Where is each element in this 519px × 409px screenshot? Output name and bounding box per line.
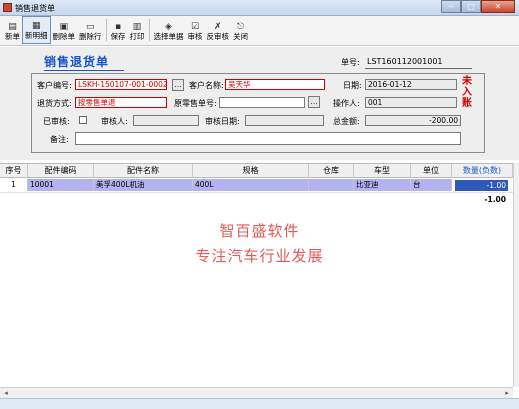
select-doc-label: 选择单据 xyxy=(153,32,184,41)
detail-table: 序号 配件编码 配件名称 规格 仓库 车型 单位 数量(负数) 1 10001 … xyxy=(0,163,513,387)
retail-no-field[interactable] xyxy=(219,97,305,108)
select-doc-button[interactable]: ◈ 选择单据 xyxy=(152,16,186,44)
date-label: 日期: xyxy=(343,81,362,90)
cell-warehouse[interactable] xyxy=(309,179,354,191)
close-label: 关闭 xyxy=(233,32,248,41)
new-order-label: 新单 xyxy=(5,32,20,41)
status-bar xyxy=(0,398,519,409)
save-label: 保存 xyxy=(110,32,126,41)
unapprove-button[interactable]: ✗ 反审核 xyxy=(205,16,232,44)
return-method-select[interactable]: 按零售单退 xyxy=(75,97,167,108)
new-detail-icon: ▦ xyxy=(31,21,41,31)
cell-qty[interactable]: -1.00 xyxy=(455,180,508,191)
print-label: 打印 xyxy=(129,32,145,41)
cell-code[interactable]: 10001 xyxy=(28,179,94,191)
order-no-underline xyxy=(365,68,472,69)
unposted-stamp: 未入账 xyxy=(462,76,472,109)
approver-field[interactable] xyxy=(133,115,199,126)
approved-checkbox[interactable] xyxy=(79,116,87,124)
qty-sum: -1.00 xyxy=(484,195,506,204)
close-window-button[interactable]: ✕ xyxy=(481,0,515,13)
col-header-code[interactable]: 配件编码 xyxy=(28,164,94,178)
watermark-brand: 智百盛软件 xyxy=(219,222,300,240)
cell-unit[interactable]: 台 xyxy=(411,179,452,191)
retail-picker-button[interactable]: … xyxy=(308,96,320,108)
select-doc-icon: ◈ xyxy=(165,22,172,32)
table-row[interactable]: 1 10001 美孚400L机油 400L 比亚迪 台 -1.00 xyxy=(0,179,513,191)
customer-name-field[interactable]: 吴天华 xyxy=(225,79,325,90)
form-title: 销售退货单 xyxy=(44,55,110,69)
unapprove-label: 反审核 xyxy=(206,32,230,41)
customer-code-field[interactable]: LSKH-150107-001-0002 xyxy=(75,79,167,90)
cell-spec[interactable]: 400L xyxy=(193,179,309,191)
window-controls: ─ □ ✕ xyxy=(441,0,515,14)
unapprove-icon: ✗ xyxy=(213,22,222,32)
approve-date-field[interactable] xyxy=(245,115,324,126)
cell-name[interactable]: 美孚400L机油 xyxy=(94,179,193,191)
vertical-scrollbar[interactable] xyxy=(513,163,519,387)
delete-row-icon: ▭ xyxy=(85,22,95,32)
toolbar-separator xyxy=(148,19,150,41)
order-no-label: 单号: xyxy=(341,58,360,67)
title-underline xyxy=(44,70,124,71)
print-icon: ▥ xyxy=(132,22,142,32)
col-header-name[interactable]: 配件名称 xyxy=(94,164,193,178)
row-divider xyxy=(0,192,513,193)
col-header-qty[interactable]: 数量(负数) xyxy=(452,164,513,178)
delete-order-button[interactable]: ▣ 删除单 xyxy=(51,16,78,44)
maximize-button[interactable]: □ xyxy=(461,0,481,13)
delete-doc-icon: ▣ xyxy=(59,22,68,32)
close-icon: ⎋ xyxy=(236,22,245,32)
approve-label: 审核 xyxy=(187,32,203,41)
save-button[interactable]: ▪ 保存 xyxy=(109,16,128,44)
retail-no-label: 原零售单号: xyxy=(174,99,217,108)
customer-code-label: 客户编号: xyxy=(37,81,72,90)
close-button[interactable]: ⎋ 关闭 xyxy=(231,16,250,44)
new-doc-icon: ▤ xyxy=(8,22,17,32)
delete-row-button[interactable]: ▭ 删除行 xyxy=(77,16,104,44)
new-detail-label: 新明细 xyxy=(25,31,48,40)
scroll-right-icon[interactable]: ▸ xyxy=(502,389,512,398)
table-header: 序号 配件编码 配件名称 规格 仓库 车型 单位 数量(负数) xyxy=(0,164,513,178)
new-detail-button[interactable]: ▦ 新明细 xyxy=(22,16,51,44)
toolbar: ▤ 新单 ▦ 新明细 ▣ 删除单 ▭ 删除行 ▪ 保存 ▥ 打印 ◈ 选择单据 … xyxy=(0,16,519,46)
horizontal-scrollbar[interactable]: ◂ ▸ xyxy=(0,387,513,398)
col-header-unit[interactable]: 单位 xyxy=(411,164,452,178)
approve-date-label: 审核日期: xyxy=(205,117,240,126)
delete-row-label: 删除行 xyxy=(79,32,102,41)
cell-no[interactable]: 1 xyxy=(0,179,28,191)
minimize-button[interactable]: ─ xyxy=(441,0,461,13)
app-icon xyxy=(3,3,12,12)
approved-label: 已审核: xyxy=(43,117,70,126)
new-order-button[interactable]: ▤ 新单 xyxy=(3,16,22,44)
save-icon: ▪ xyxy=(114,22,122,32)
col-header-spec[interactable]: 规格 xyxy=(193,164,309,178)
date-field[interactable]: 2016-01-12 xyxy=(365,79,457,90)
col-header-car-model[interactable]: 车型 xyxy=(354,164,411,178)
customer-name-label: 客户名称: xyxy=(189,81,224,90)
approve-icon: ☑ xyxy=(190,22,200,32)
operator-label: 操作人: xyxy=(333,99,360,108)
operator-field[interactable]: 001 xyxy=(365,97,457,108)
watermark-slogan: 专注汽车行业发展 xyxy=(195,247,324,265)
toolbar-separator xyxy=(105,19,107,41)
order-no-value: LST160112001001 xyxy=(367,57,443,66)
total-label: 总金额: xyxy=(333,117,360,126)
scroll-left-icon[interactable]: ◂ xyxy=(1,389,11,398)
approve-button[interactable]: ☑ 审核 xyxy=(186,16,205,44)
title-bar: 销售退货单 ─ □ ✕ xyxy=(0,0,519,16)
customer-picker-button[interactable]: … xyxy=(172,79,184,91)
window-title: 销售退货单 xyxy=(15,4,55,13)
approver-label: 审核人: xyxy=(101,117,128,126)
cell-car-model[interactable]: 比亚迪 xyxy=(354,179,411,191)
delete-order-label: 删除单 xyxy=(52,32,76,41)
print-button[interactable]: ▥ 打印 xyxy=(128,16,147,44)
remark-field[interactable] xyxy=(75,132,461,145)
return-method-label: 退货方式: xyxy=(37,99,72,108)
remark-label: 备注: xyxy=(50,135,69,144)
total-field[interactable]: -200.00 xyxy=(365,115,461,126)
col-header-warehouse[interactable]: 仓库 xyxy=(309,164,354,178)
col-header-no[interactable]: 序号 xyxy=(0,164,28,178)
